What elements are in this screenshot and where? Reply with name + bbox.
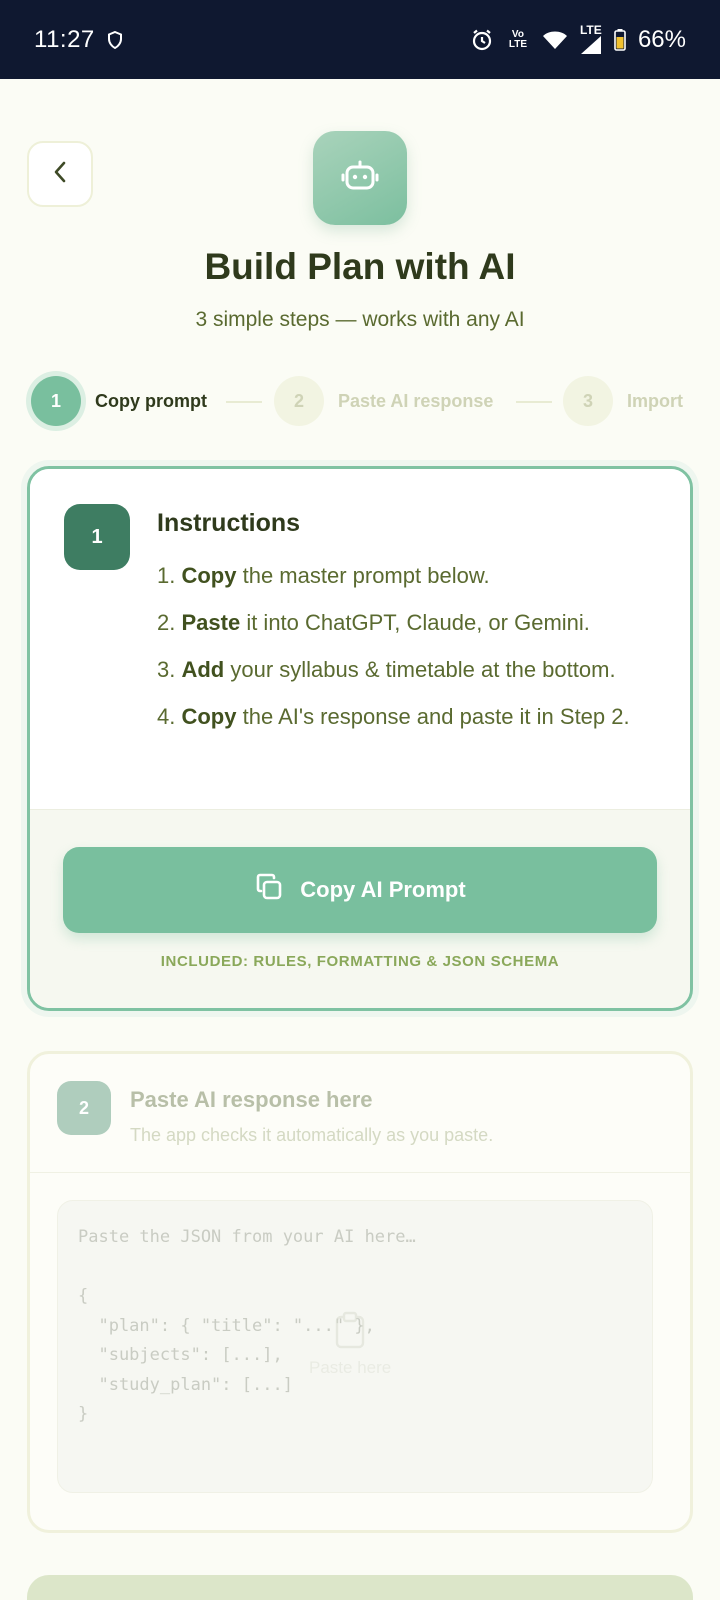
instruction-item: 2. Paste it into ChatGPT, Claude, or Gem… [157, 610, 590, 635]
stepper: 1 Copy prompt 2 Paste AI response 3 Impo… [27, 372, 697, 430]
step-2-circle: 2 [274, 376, 324, 426]
instruction-item: 3. Add your syllabus & timetable at the … [157, 657, 616, 682]
volte-icon: Vo LTE [508, 28, 528, 50]
step-2-label: Paste AI response [338, 390, 494, 411]
robot-icon [340, 156, 380, 201]
divider [30, 1172, 690, 1173]
copy-icon [254, 872, 284, 908]
step-3-circle: 3 [563, 376, 613, 426]
instructions-list: 1. Copy the master prompt below. 2. Past… [157, 560, 657, 748]
wifi-icon [542, 30, 568, 50]
copy-ai-prompt-label: Copy AI Prompt [300, 877, 466, 902]
step-1-circle: 1 [31, 376, 81, 426]
back-button[interactable] [27, 141, 93, 207]
step-number-badge: 2 [57, 1081, 111, 1135]
included-note: INCLUDED: RULES, FORMATTING & JSON SCHEM… [160, 953, 560, 970]
status-left: 11:27 [34, 26, 123, 54]
step-1-label: Copy prompt [95, 390, 207, 411]
robot-badge [313, 131, 407, 225]
step-number-badge: 1 [64, 504, 130, 570]
instruction-item: 4. Copy the AI's response and paste it i… [157, 704, 630, 729]
battery-percent: 66% [637, 25, 686, 53]
instructions-title: Instructions [157, 509, 301, 537]
alarm-icon [470, 28, 494, 52]
status-time: 11:27 [34, 25, 95, 53]
page-subtitle: 3 simple steps — works with any AI [195, 308, 525, 331]
lte-label: LTE [579, 22, 602, 37]
step-3-label: Import [627, 390, 683, 411]
paste-hint-label: Paste here [309, 1358, 392, 1377]
lte-signal-icon: LTE [579, 22, 602, 55]
bottom-action-button[interactable] [27, 1575, 693, 1600]
chevron-left-icon [52, 160, 68, 189]
paste-hint: Paste here [309, 1307, 391, 1378]
status-bar: 11:27 Vo LTE LTE 66% [0, 0, 720, 79]
step-1[interactable]: 1 Copy prompt [31, 376, 207, 426]
instructions-card: 1 Instructions 1. Copy the master prompt… [27, 466, 693, 1011]
paste-title: Paste AI response here [130, 1087, 373, 1112]
copy-ai-prompt-button[interactable]: Copy AI Prompt [63, 847, 657, 933]
status-right: Vo LTE LTE 66% [470, 22, 686, 55]
step-connector [226, 401, 262, 403]
shield-icon [107, 30, 123, 49]
paste-subtitle: The app checks it automatically as you p… [130, 1125, 494, 1145]
instruction-item: 1. Copy the master prompt below. [157, 563, 490, 588]
instructions-section: 1 Instructions 1. Copy the master prompt… [30, 469, 690, 809]
paste-card: 2 Paste AI response here The app checks … [27, 1051, 693, 1533]
clipboard-icon [333, 1311, 367, 1354]
step-connector [516, 401, 552, 403]
page-title: Build Plan with AI [204, 246, 516, 287]
battery-icon [614, 28, 626, 51]
step-2[interactable]: 2 Paste AI response [274, 376, 493, 426]
step-3[interactable]: 3 Import [563, 376, 683, 426]
